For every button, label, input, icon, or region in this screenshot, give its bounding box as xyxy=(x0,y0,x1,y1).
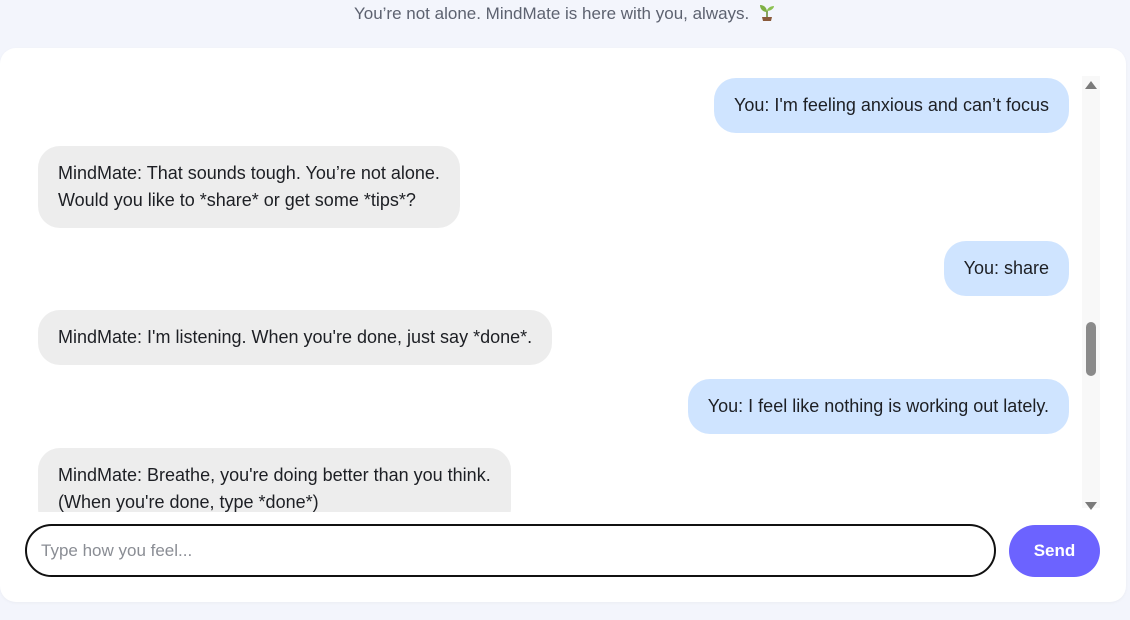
message-text: MindMate: I'm listening. When you're don… xyxy=(58,327,533,347)
chat-log[interactable]: You: I'm feeling anxious and can’t focus… xyxy=(0,48,1082,512)
message-text: You: I feel like nothing is working out … xyxy=(707,396,1049,416)
message-text: MindMate: That sounds tough. You’re not … xyxy=(58,163,440,183)
bot-message: MindMate: I'm listening. When you're don… xyxy=(38,310,553,365)
message-text: Would you like to *share* or get some *t… xyxy=(58,190,416,210)
user-message: You: I feel like nothing is working out … xyxy=(687,379,1069,434)
send-button[interactable]: Send xyxy=(1009,525,1100,577)
scroll-down-icon[interactable] xyxy=(1085,502,1097,510)
user-message: You: I'm feeling anxious and can’t focus xyxy=(714,78,1069,133)
message-text: (When you're done, type *done*) xyxy=(58,492,319,512)
user-message: You: share xyxy=(943,241,1069,296)
message-text: MindMate: Breathe, you're doing better t… xyxy=(58,465,491,485)
scrollbar-thumb[interactable] xyxy=(1086,322,1096,376)
scroll-up-icon[interactable] xyxy=(1085,81,1097,89)
bot-message: MindMate: That sounds tough. You’re not … xyxy=(38,146,460,228)
tagline: You’re not alone. MindMate is here with … xyxy=(0,2,1130,26)
message-input[interactable] xyxy=(25,524,996,577)
sprout-icon xyxy=(758,3,776,28)
tagline-text: You’re not alone. MindMate is here with … xyxy=(353,4,750,23)
message-text: You: I'm feeling anxious and can’t focus xyxy=(734,95,1049,115)
chat-card: You: I'm feeling anxious and can’t focus… xyxy=(0,48,1126,602)
message-text: You: share xyxy=(963,258,1049,278)
bot-message: MindMate: Breathe, you're doing better t… xyxy=(38,448,511,512)
chat-scrollbar[interactable] xyxy=(1082,76,1100,510)
